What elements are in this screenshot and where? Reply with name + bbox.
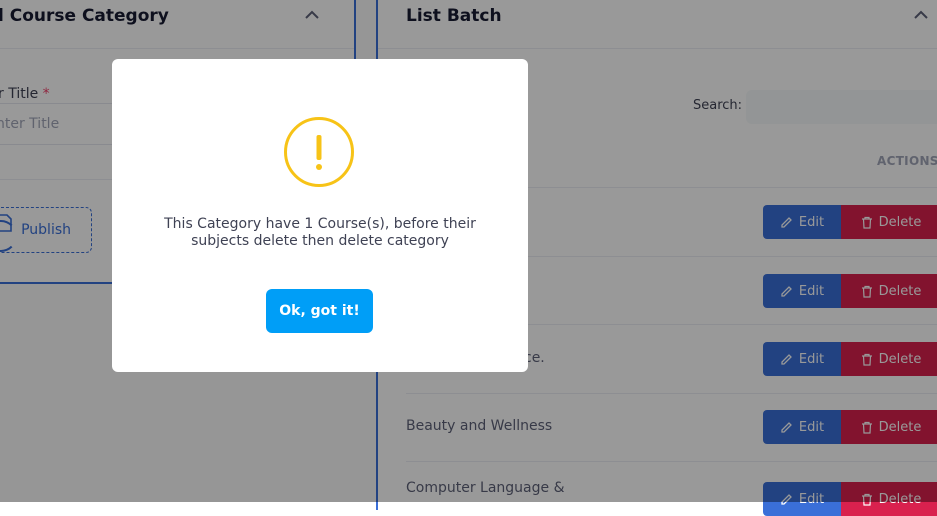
alert-dialog: This Category have 1 Course(s), before t…	[112, 59, 528, 372]
exclamation-circle-icon	[283, 116, 355, 188]
alert-message: This Category have 1 Course(s), before t…	[164, 216, 476, 249]
ok-button[interactable]: Ok, got it!	[266, 289, 373, 333]
